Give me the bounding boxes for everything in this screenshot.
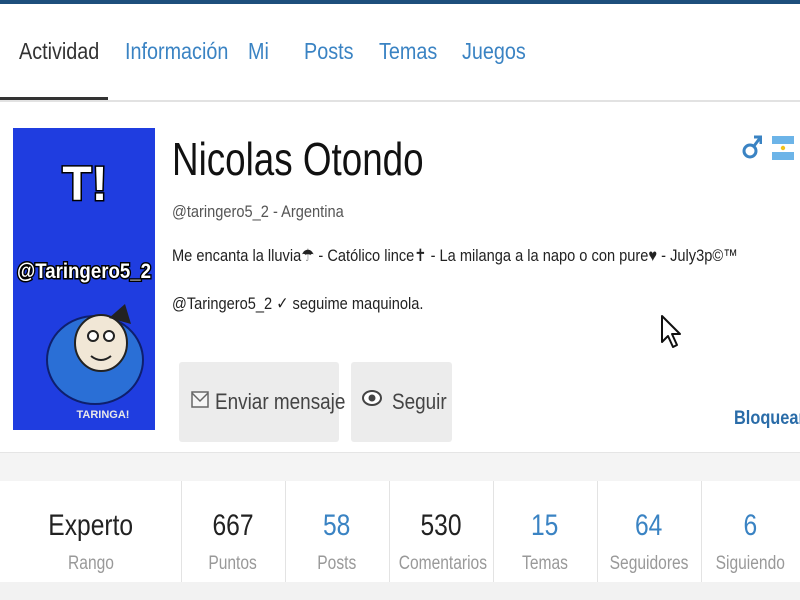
- male-gender-icon: [742, 134, 763, 165]
- stats-footer-band: [0, 582, 800, 600]
- stat-label: Posts: [317, 553, 357, 574]
- tab-informacion[interactable]: Información: [125, 38, 228, 65]
- mail-icon: [191, 389, 209, 416]
- stat-label: Seguidores: [609, 553, 689, 574]
- stat-label: Temas: [522, 553, 568, 574]
- profile-name: Nicolas Otondo: [172, 133, 424, 185]
- stat-label: Puntos: [208, 553, 258, 574]
- send-message-button[interactable]: Enviar mensaje: [179, 362, 345, 442]
- eye-icon: [362, 389, 382, 416]
- stat-value: 530: [420, 509, 462, 542]
- stat-value: Experto: [48, 509, 133, 542]
- block-link[interactable]: Bloquear: [734, 408, 800, 430]
- avatar-image: T! @Taringero5_2 TARINGA!: [13, 128, 155, 430]
- profile-bio-line1: Me encanta la lluvia☂ - Católico lince✝ …: [172, 246, 738, 265]
- tab-mi[interactable]: Mi: [248, 38, 269, 65]
- stat-value: 667: [212, 509, 254, 542]
- tab-juegos[interactable]: Juegos: [462, 38, 526, 65]
- argentina-flag-icon: [772, 136, 794, 165]
- stat-value: 6: [743, 509, 758, 542]
- follow-label: Seguir: [392, 389, 447, 414]
- profile-header: T! @Taringero5_2 TARINGA! Nicolas Otondo…: [0, 102, 800, 450]
- section-divider: [0, 452, 800, 482]
- stat-value: 15: [531, 509, 559, 542]
- avatar-handle-text: @Taringero5_2: [17, 260, 151, 283]
- profile-bio-line2: @Taringero5_2 ✓ seguime maquinola.: [172, 294, 424, 313]
- tab-temas[interactable]: Temas: [379, 38, 437, 65]
- stat-value: 58: [323, 509, 351, 542]
- avatar-big-text: T!: [62, 158, 107, 211]
- stat-label: Comentarios: [398, 553, 488, 574]
- mouse-cursor-icon: [660, 314, 682, 355]
- tab-actividad[interactable]: Actividad: [19, 38, 99, 65]
- tab-posts[interactable]: Posts: [304, 38, 353, 65]
- active-tab-indicator: [0, 97, 108, 100]
- profile-tabs: Actividad Información Mi Posts Temas Jue…: [0, 4, 800, 102]
- follow-button[interactable]: Seguir: [351, 362, 452, 442]
- avatar[interactable]: T! @Taringero5_2 TARINGA!: [13, 128, 155, 430]
- stat-label: Rango: [67, 553, 114, 574]
- profile-handle: @taringero5_2 - Argentina: [172, 202, 344, 221]
- send-message-label: Enviar mensaje: [215, 389, 346, 414]
- stat-label: Siguiendo: [715, 553, 786, 574]
- stat-value: 64: [635, 509, 663, 542]
- avatar-brand-text: TARINGA!: [77, 409, 130, 421]
